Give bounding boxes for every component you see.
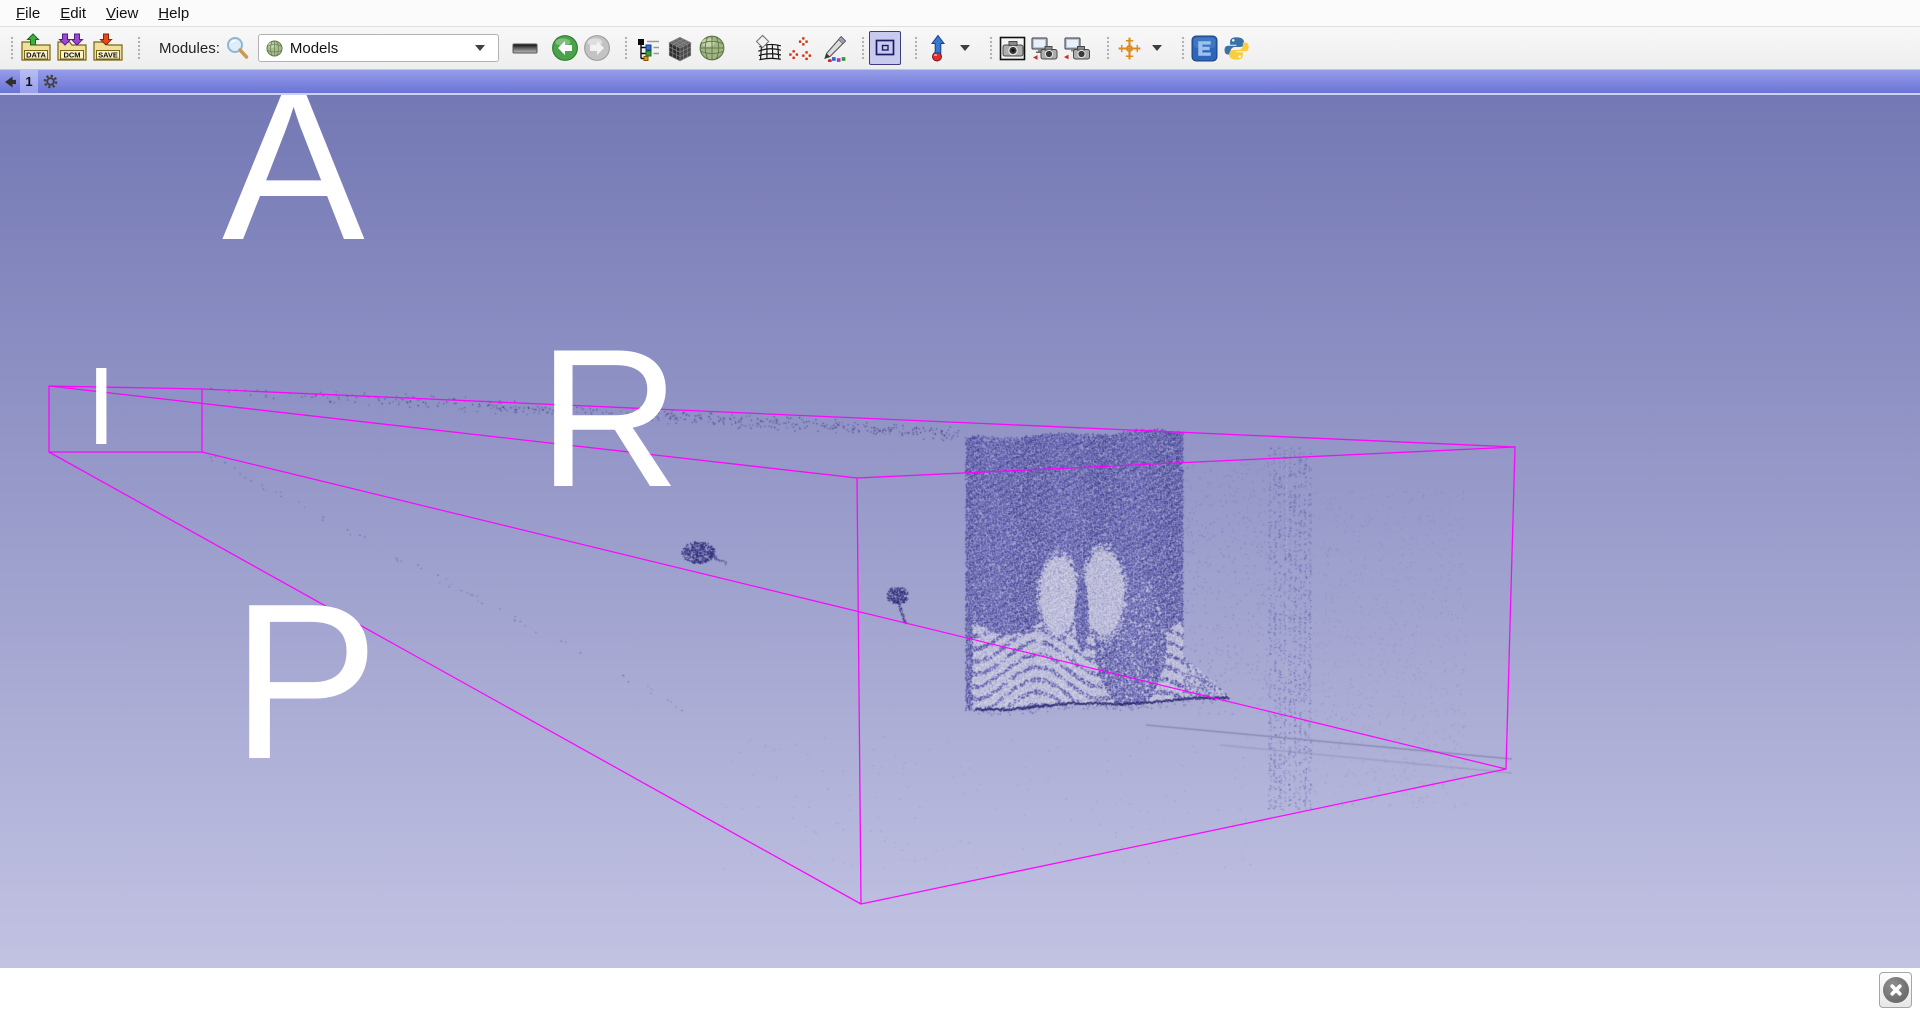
arrow-up-red-ball-icon xyxy=(927,34,949,62)
point-clusters-icon xyxy=(786,34,814,62)
redo-button[interactable] xyxy=(581,31,613,65)
level-window-button[interactable] xyxy=(509,31,541,65)
screenshot-button[interactable] xyxy=(997,31,1029,65)
modules-combobox-value: Models xyxy=(290,40,338,57)
orientation-label-P: P xyxy=(231,571,379,793)
import-dicom-button[interactable]: DCM xyxy=(54,31,90,65)
crosshair-icon xyxy=(1116,35,1143,62)
models-view-button[interactable] xyxy=(696,31,728,65)
open-data-button[interactable]: DATA xyxy=(18,31,54,65)
menu-edit[interactable]: Edit xyxy=(50,2,96,25)
navigation-cube-button[interactable] xyxy=(664,31,696,65)
close-icon xyxy=(1883,977,1909,1003)
orientation-label-A: A xyxy=(222,95,365,273)
data-manager-button[interactable] xyxy=(632,31,664,65)
navigation-cube-icon xyxy=(666,34,694,62)
close-button[interactable] xyxy=(1879,972,1912,1008)
bounding-box-tool-button[interactable] xyxy=(869,31,901,65)
svg-text:DCM: DCM xyxy=(63,51,80,60)
folder-arrow-up-icon: DATA xyxy=(19,33,53,63)
screen-camera-icon xyxy=(1031,36,1059,61)
chevron-down-icon[interactable] xyxy=(960,45,970,51)
menu-bar: File Edit View Help xyxy=(0,0,1920,27)
status-bar xyxy=(0,968,1920,1012)
chevron-down-icon xyxy=(475,45,485,51)
orientation-label-R: R xyxy=(538,320,680,517)
folder-arrow-down-icon: SAVE xyxy=(91,33,125,63)
toolbar-handle[interactable] xyxy=(860,35,866,61)
toolbar: DATA DCM SAVE Modules: xyxy=(0,27,1920,70)
menu-file[interactable]: File xyxy=(6,2,50,25)
modules-label: Modules: xyxy=(159,40,220,57)
mesh-inspector-button[interactable] xyxy=(752,31,784,65)
bounding-box-icon xyxy=(873,36,897,60)
toolbar-handle[interactable] xyxy=(1105,35,1111,61)
redo-icon xyxy=(583,34,611,62)
folder-double-arrow-down-icon: DCM xyxy=(55,33,89,63)
movie-camera-icon xyxy=(1063,36,1091,61)
undo-button[interactable] xyxy=(549,31,581,65)
segmentation-button[interactable] xyxy=(816,31,848,65)
data-manager-tree-icon xyxy=(635,35,661,61)
toolbar-handle[interactable] xyxy=(136,35,142,61)
grid-magnifier-icon xyxy=(754,34,782,62)
screenshot-3d-button[interactable] xyxy=(1029,31,1061,65)
tab-settings-button[interactable] xyxy=(38,70,62,93)
plugin-e-button[interactable] xyxy=(1189,31,1221,65)
plugin-e-icon xyxy=(1191,35,1218,62)
python-icon xyxy=(1223,35,1250,62)
undo-icon xyxy=(551,34,579,62)
toolbar-handle[interactable] xyxy=(623,35,629,61)
modules-combobox[interactable]: Models xyxy=(258,34,499,62)
save-data-button[interactable]: SAVE xyxy=(90,31,126,65)
upload-tracking-button[interactable] xyxy=(922,31,954,65)
level-window-icon xyxy=(512,35,538,61)
view-tab-bar: 1 xyxy=(0,70,1920,95)
chevron-down-icon[interactable] xyxy=(1152,45,1162,51)
arrow-left-icon xyxy=(2,74,18,90)
point-set-button[interactable] xyxy=(784,31,816,65)
svg-text:SAVE: SAVE xyxy=(98,51,118,60)
mesh-sphere-icon xyxy=(698,34,726,62)
crosshair-button[interactable] xyxy=(1114,31,1146,65)
render-window-3d[interactable]: AR I P xyxy=(0,95,1920,968)
menu-view[interactable]: View xyxy=(96,2,148,25)
toolbar-handle[interactable] xyxy=(913,35,919,61)
svg-text:DATA: DATA xyxy=(26,51,46,60)
toolbar-handle[interactable] xyxy=(9,35,15,61)
models-module-icon xyxy=(266,40,283,57)
menu-help[interactable]: Help xyxy=(148,2,199,25)
python-console-button[interactable] xyxy=(1221,31,1253,65)
toolbar-handle[interactable] xyxy=(988,35,994,61)
movie-maker-button[interactable] xyxy=(1061,31,1093,65)
screenshot-camera-icon xyxy=(999,36,1026,61)
tab-1[interactable]: 1 xyxy=(20,70,38,93)
toolbar-handle[interactable] xyxy=(1180,35,1186,61)
search-icon xyxy=(224,35,250,61)
segmentation-pen-icon xyxy=(818,34,846,62)
tab-back-button[interactable] xyxy=(0,70,20,93)
orientation-label-I: I xyxy=(86,352,117,462)
gear-icon xyxy=(43,74,58,89)
